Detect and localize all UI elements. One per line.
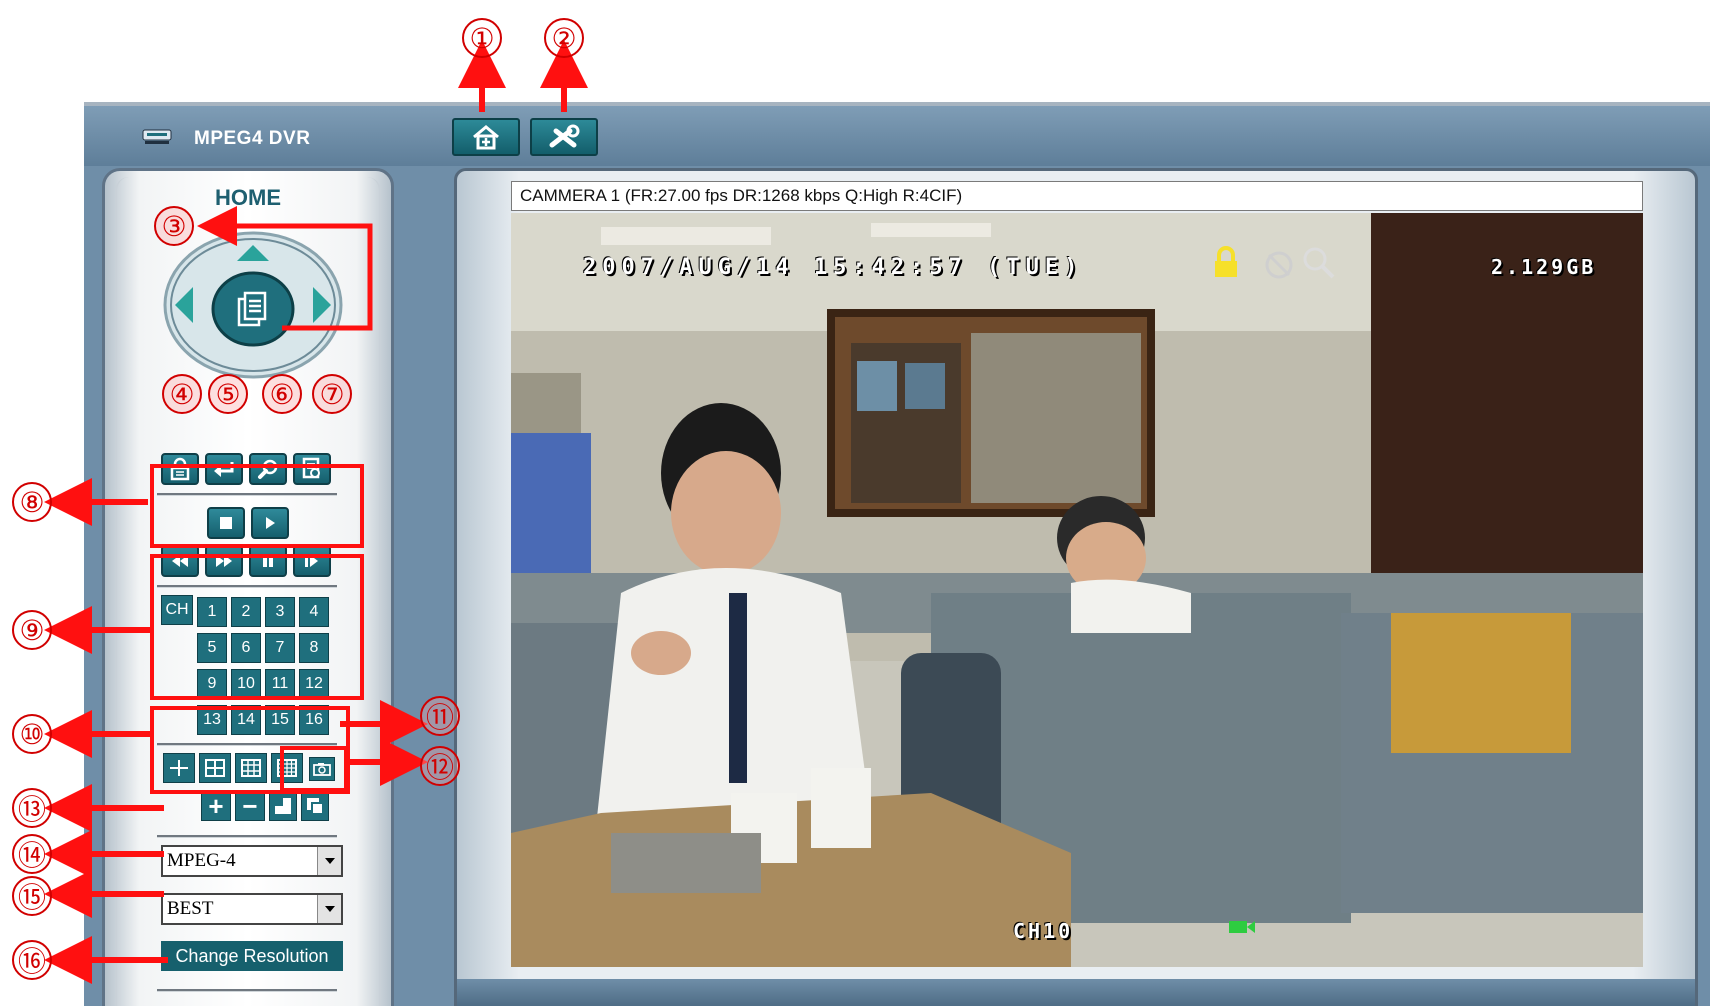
callout-8: ⑧: [12, 482, 52, 522]
callout-15: ⑮: [12, 876, 52, 916]
callout-7: ⑦: [312, 374, 352, 414]
quality-select-value: BEST: [167, 898, 214, 919]
setup-button[interactable]: [530, 118, 598, 156]
channel-group-box: [150, 554, 364, 700]
callout-1: ①: [462, 18, 502, 58]
zoom-out-button[interactable]: −: [235, 791, 265, 821]
pop-button[interactable]: [301, 791, 329, 821]
pip-icon: [275, 798, 291, 814]
callout-4: ④: [162, 374, 202, 414]
no-motion-icon: [1265, 251, 1293, 279]
video-bottom-bar: [457, 979, 1695, 1006]
callout-9: ⑨: [12, 610, 52, 650]
pop-icon: [307, 798, 324, 815]
office-scene-image: [511, 213, 1643, 967]
zoom-status-icon: [1303, 247, 1335, 279]
osd-channel: CH10: [1013, 919, 1074, 943]
quality-select[interactable]: BEST: [161, 893, 343, 925]
lock-status-icon: [1215, 246, 1237, 277]
camera-status-icon: [1229, 921, 1255, 933]
divider: [157, 989, 337, 992]
callout-5: ⑤: [208, 374, 248, 414]
chevron-down-icon: [317, 847, 341, 875]
pip-group-box: [280, 746, 348, 792]
home-button[interactable]: [452, 118, 520, 156]
live-video[interactable]: 2007/AUG/14 15:42:57 (TUE) 2.129GB CH10: [511, 213, 1643, 967]
video-frame: CAMMERA 1 (FR:27.00 fps DR:1268 kbps Q:H…: [454, 168, 1698, 1006]
home-icon: [473, 125, 499, 150]
callout-6: ⑥: [262, 374, 302, 414]
callout-11: ⑪: [420, 696, 460, 736]
osd-storage: 2.129GB: [1491, 255, 1597, 279]
codec-select[interactable]: MPEG-4: [161, 845, 343, 877]
osd-datetime: 2007/AUG/14 15:42:57 (TUE): [583, 255, 1084, 280]
zoom-in-button[interactable]: +: [201, 791, 231, 821]
callout-16: ⑯: [12, 940, 52, 980]
panel-title: HOME: [215, 185, 281, 210]
playback-group-box: [150, 464, 364, 548]
chevron-down-icon: [317, 895, 341, 923]
codec-select-value: MPEG-4: [167, 850, 236, 871]
manual-screenshot: MPEG4 DVR HOME CH 1 2 3 4 5 6 7 8 9 10 1…: [0, 0, 1710, 1006]
callout-13: ⑬: [12, 788, 52, 828]
callout-2: ②: [544, 18, 584, 58]
app-title: MPEG4 DVR: [194, 128, 311, 149]
callout-12: ⑫: [420, 746, 460, 786]
tools-icon: [549, 124, 580, 148]
callout-14: ⑭: [12, 834, 52, 874]
title-bar: MPEG4 DVR: [84, 106, 1710, 166]
callout-10: ⑩: [12, 714, 52, 754]
dvr-logo-icon: [142, 129, 172, 144]
camera-caption: CAMMERA 1 (FR:27.00 fps DR:1268 kbps Q:H…: [511, 181, 1643, 211]
divider: [157, 835, 337, 838]
change-resolution-button[interactable]: Change Resolution: [161, 941, 343, 971]
direction-pad[interactable]: [163, 231, 343, 379]
callout-3: ③: [154, 206, 194, 246]
pip-button[interactable]: [269, 791, 297, 821]
